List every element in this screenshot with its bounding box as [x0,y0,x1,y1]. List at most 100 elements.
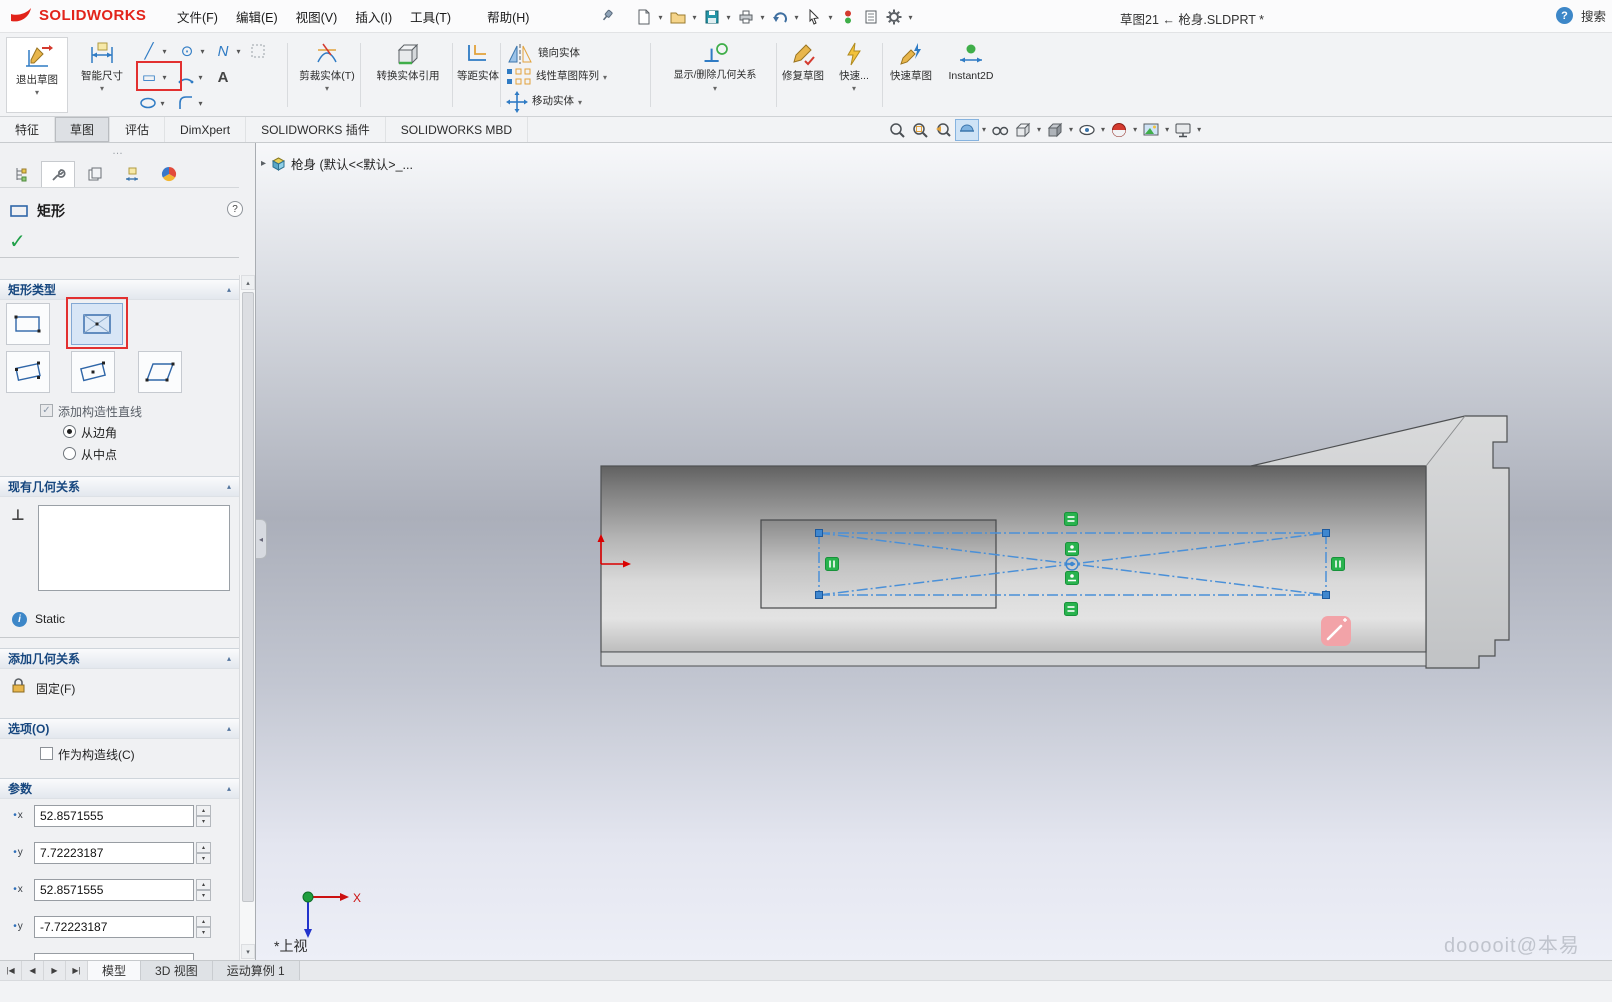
tab-motion-study[interactable]: 运动算例 1 [213,961,300,980]
spline-tool-button[interactable]: N ▾ [214,39,244,63]
rectangle-tool-button[interactable]: ▭ ▾ [140,65,170,89]
linear-sketch-pattern-button[interactable]: 线性草图阵列 ▾ [506,67,607,87]
equal-constraint-badge[interactable] [1065,603,1078,616]
scrollbar-thumb[interactable] [242,292,254,902]
view-settings-button[interactable] [1172,119,1194,141]
menu-view[interactable]: 视图(V) [287,2,347,31]
mirror-entities-button[interactable]: 镜向实体 [506,43,580,65]
corner-rectangle-button[interactable] [6,303,50,345]
stepper-down-icon[interactable]: ▾ [196,853,211,864]
section-view-caret-icon[interactable]: ▾ [980,125,988,134]
vertical-constraint-badge[interactable] [1332,558,1345,571]
property-help-icon[interactable]: ? [227,201,243,217]
circle-caret-icon[interactable]: ▾ [197,47,208,56]
stepper-up-icon[interactable]: ▴ [196,842,211,853]
ellipse-caret-icon[interactable]: ▾ [157,99,168,108]
smart-dimension-button[interactable]: 智能尺寸 ▾ [72,41,132,93]
param-y1-stepper[interactable]: ▴▾ [196,842,211,864]
options-caret-icon[interactable]: ▾ [905,13,916,22]
open-file-icon[interactable] [666,5,689,29]
tab-addins[interactable]: SOLIDWORKS 插件 [246,117,386,142]
param-y2-input[interactable] [34,916,194,938]
offset-entities-button[interactable]: 等距实体 [456,41,500,83]
tab-evaluate[interactable]: 评估 [110,117,165,142]
text-tool-button[interactable]: A [214,65,232,89]
add-construction-line-checkbox[interactable]: ✓ [40,404,53,417]
new-document-icon[interactable] [632,5,655,29]
scroll-up-button[interactable]: ▴ [241,275,255,290]
hide-show-items-button[interactable] [1076,119,1098,141]
stepper-up-icon[interactable]: ▴ [196,879,211,890]
param-x1-stepper[interactable]: ▴▾ [196,805,211,827]
new-document-caret-icon[interactable]: ▾ [655,13,666,22]
smart-dimension-caret-icon[interactable]: ▾ [100,85,104,93]
search-input[interactable]: 搜索 [1581,6,1606,25]
stepper-up-icon[interactable]: ▴ [196,916,211,927]
stepper-down-icon[interactable]: ▾ [196,890,211,901]
section-rectangle-type[interactable]: 矩形类型 ▴ [0,279,239,300]
select-caret-icon[interactable]: ▾ [825,13,836,22]
tab-features[interactable]: 特征 [0,117,55,142]
vertex-handle-bottom-left[interactable] [816,592,823,599]
param-x1-input[interactable] [34,805,194,827]
move-entities-button[interactable]: 移动实体 ▾ [506,91,582,113]
tab-3d-views[interactable]: 3D 视图 [141,961,213,980]
edit-appearance-button[interactable] [1108,119,1130,141]
save-caret-icon[interactable]: ▾ [723,13,734,22]
display-style-button[interactable] [1044,119,1066,141]
menu-file[interactable]: 文件(F) [168,2,227,31]
tab-dimxpert[interactable]: DimXpert [165,117,246,142]
trim-caret-icon[interactable]: ▾ [325,85,329,93]
hide-show-caret-icon[interactable]: ▾ [1099,125,1107,134]
stepper-down-icon[interactable]: ▾ [196,816,211,827]
tab-sketch[interactable]: 草图 [55,117,110,142]
collapse-chevron-icon[interactable]: ▴ [227,784,231,793]
move-entities-caret-icon[interactable]: ▾ [578,99,582,107]
selection-filter-icon[interactable] [859,5,882,29]
equal-constraint-badge[interactable] [1065,513,1078,526]
linear-pattern-caret-icon[interactable]: ▾ [603,74,607,82]
existing-relations-listbox[interactable] [38,505,230,591]
tab-mbd[interactable]: SOLIDWORKS MBD [386,117,528,142]
stepper-down-icon[interactable]: ▾ [196,927,211,938]
view-settings-caret-icon[interactable]: ▾ [1195,125,1203,134]
menu-insert[interactable]: 插入(I) [346,2,401,31]
midpoint-constraint-badge[interactable] [1066,543,1079,556]
tab-nav-last-icon[interactable]: ▶| [66,961,88,980]
param-y1-input[interactable] [34,842,194,864]
zoom-area-button[interactable] [909,119,931,141]
section-parameters[interactable]: 参数 ▴ [0,778,239,799]
corner-rectangle-3pt-button[interactable] [6,351,50,393]
view-orientation-button[interactable] [1012,119,1034,141]
quick-snaps-caret-icon[interactable]: ▾ [852,85,856,93]
undo-caret-icon[interactable]: ▾ [791,13,802,22]
section-options[interactable]: 选项(O) ▴ [0,718,239,739]
vertical-constraint-badge[interactable] [826,558,839,571]
parallelogram-button[interactable] [138,351,182,393]
quick-snaps-button[interactable]: 快速... ▾ [830,41,878,93]
apply-scene-button[interactable] [1140,119,1162,141]
param-y2-stepper[interactable]: ▴▾ [196,916,211,938]
print-icon[interactable] [734,5,757,29]
open-file-caret-icon[interactable]: ▾ [689,13,700,22]
trim-entities-button[interactable]: 剪裁实体(T) ▾ [292,41,362,93]
tab-model[interactable]: 模型 [88,961,141,980]
graphics-viewport[interactable]: X *上视 ▸ 枪身 (默认<<默认>_... ◂ dooooit@本易 [256,143,1612,960]
from-midpoint-radio[interactable] [63,447,76,460]
view-orientation-caret-icon[interactable]: ▾ [1035,125,1043,134]
panel-grip[interactable]: … [112,145,123,157]
sketch-picture-button[interactable] [250,39,266,63]
stepper-up-icon[interactable]: ▴ [196,805,211,816]
line-tool-button[interactable]: ╱ ▾ [140,39,170,63]
fillet-tool-button[interactable]: ▾ [178,91,206,115]
param-extra-input[interactable] [34,953,194,960]
collapse-chevron-icon[interactable]: ▴ [227,482,231,491]
model-canvas[interactable]: X *上视 [256,143,1612,960]
dimxpert-manager-tab[interactable] [115,161,149,187]
scroll-down-button[interactable]: ▾ [241,944,255,959]
repair-sketch-button[interactable]: 修复草图 [780,41,826,83]
ok-check-icon[interactable]: ✓ [9,229,26,254]
display-manager-tab[interactable] [152,161,186,187]
instant2d-button[interactable]: Instant2D [940,41,1002,83]
from-corner-radio[interactable] [63,425,76,438]
